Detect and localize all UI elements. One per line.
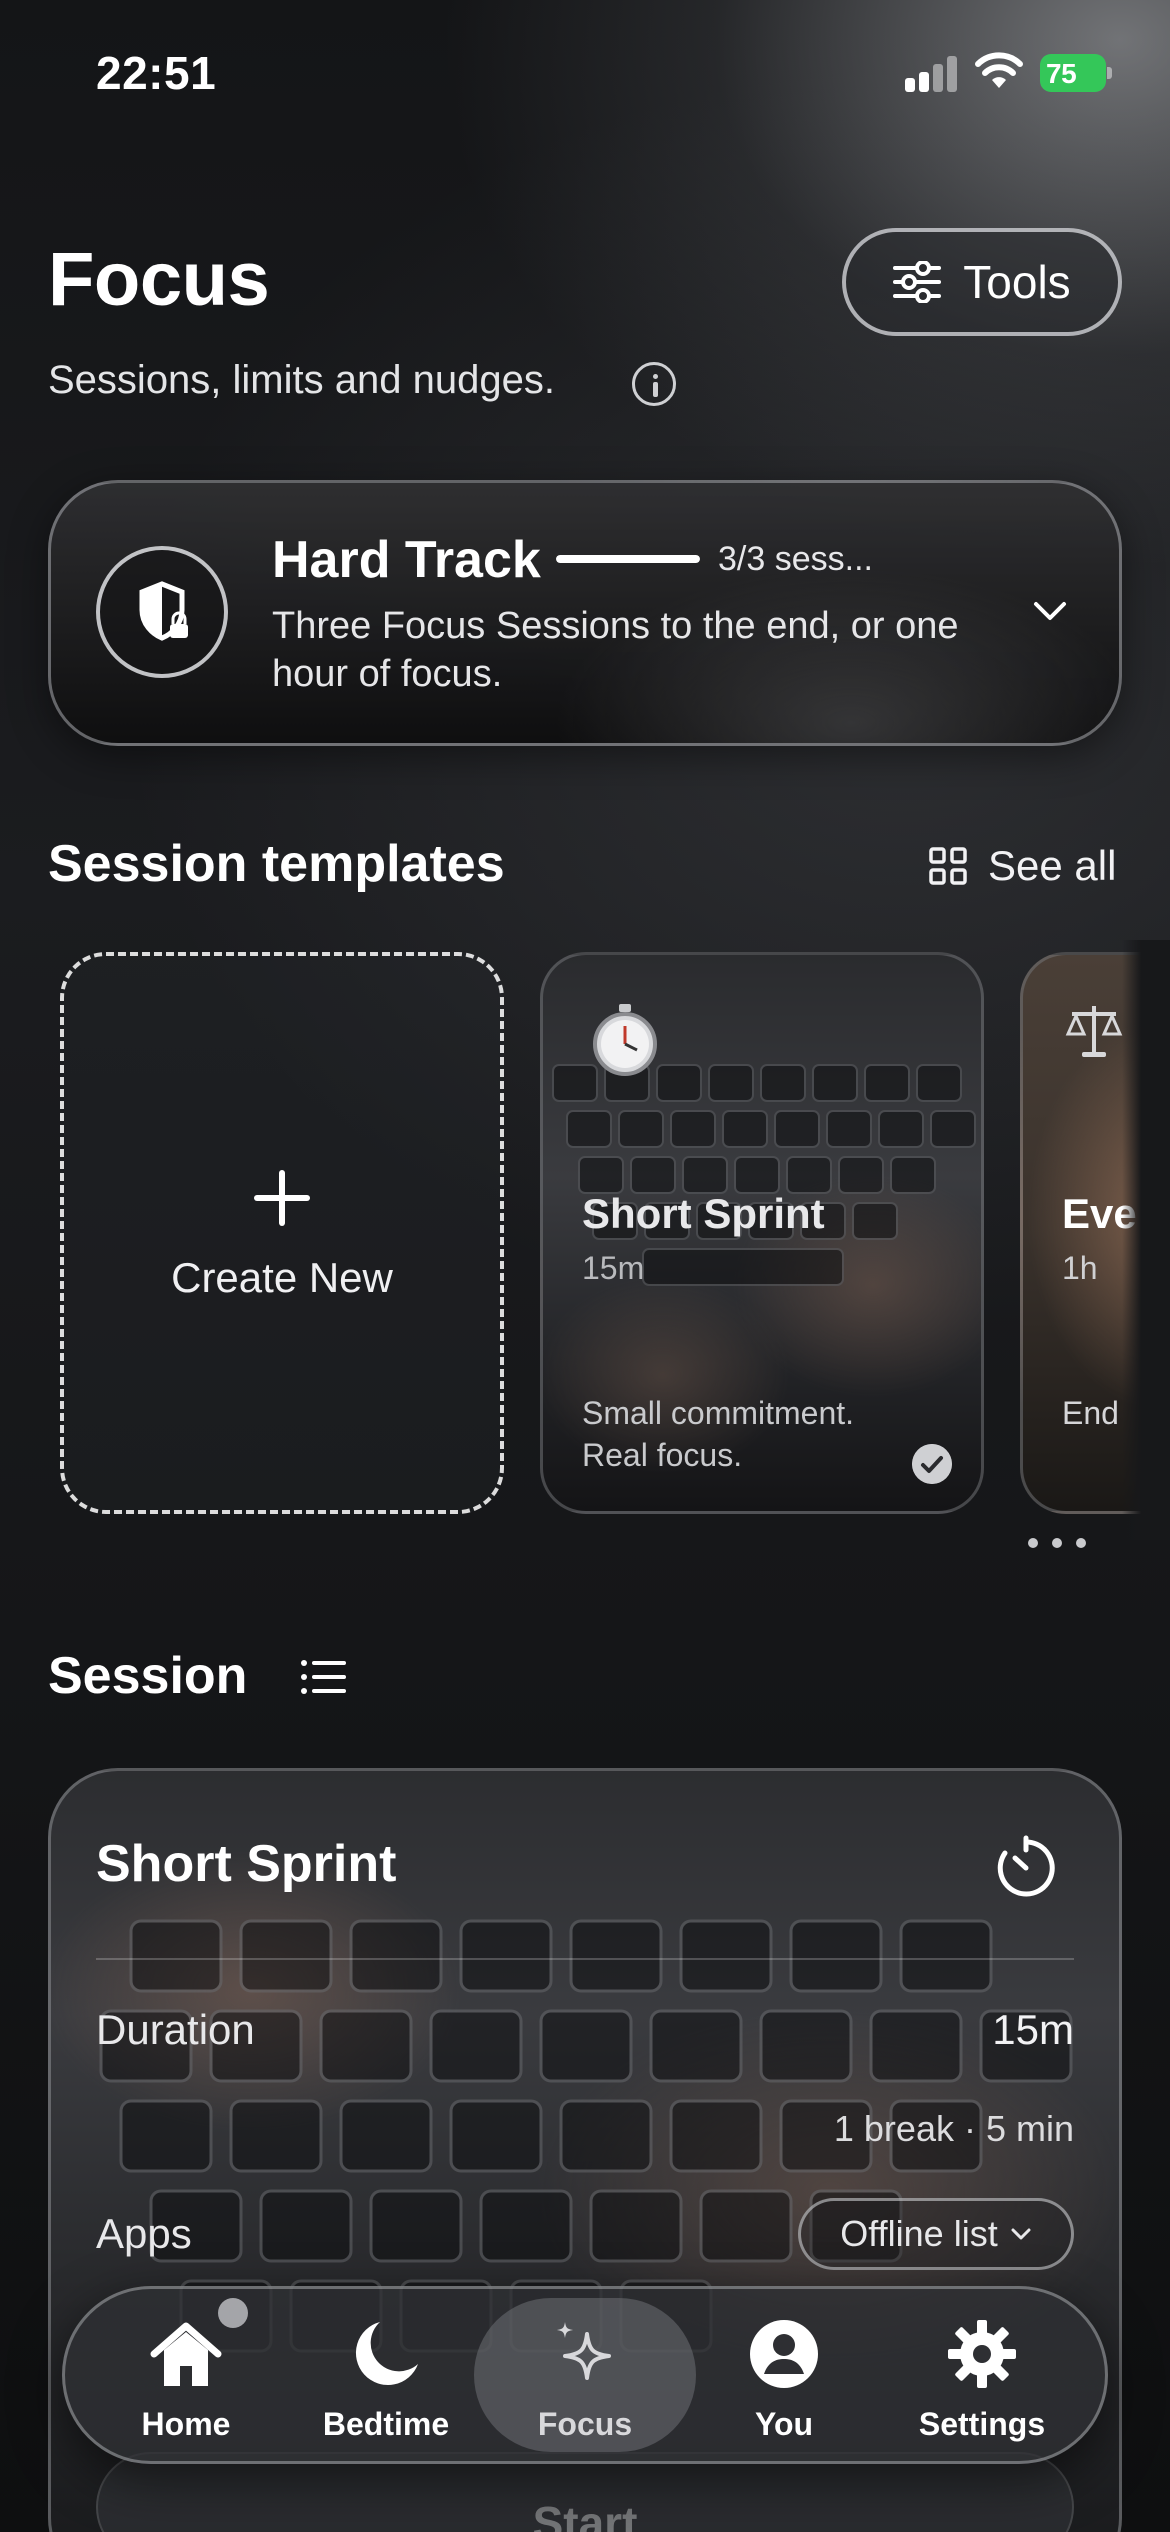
break-value[interactable]: 1 break · 5 min: [834, 2108, 1074, 2150]
tab-label: Bedtime: [322, 2406, 450, 2442]
carousel-more-indicator[interactable]: [1028, 1538, 1086, 1548]
page-title: Focus: [48, 237, 270, 322]
divider: [96, 1958, 1074, 1960]
hard-track-count: 3/3 sess...: [718, 540, 873, 578]
chevron-down-icon: [1011, 2228, 1031, 2240]
session-heading: Session: [48, 1647, 248, 1705]
grid-icon: [929, 847, 967, 885]
moon-icon: [355, 2322, 418, 2385]
carousel-fade: [1122, 940, 1170, 1540]
list-icon[interactable]: [300, 1658, 346, 1696]
template-name: Short Sprint: [582, 1190, 825, 1237]
cellular-signal-icon: [905, 56, 959, 92]
shield-lock-icon: [96, 546, 228, 678]
session-name: Short Sprint: [96, 1835, 397, 1893]
templates-heading: Session templates: [48, 835, 505, 893]
info-icon[interactable]: [632, 362, 676, 406]
person-icon: [750, 2320, 818, 2388]
scale-icon: [1065, 1006, 1123, 1057]
duration-label: Duration: [96, 2006, 255, 2053]
tab-focus[interactable]: Focus: [495, 2306, 675, 2456]
chevron-down-icon[interactable]: [1030, 596, 1070, 626]
create-new-template-card[interactable]: [60, 952, 504, 1514]
create-new-label: Create New: [171, 1254, 393, 1301]
tools-button[interactable]: Tools: [842, 228, 1122, 336]
tab-label: Focus: [537, 2406, 633, 2442]
hard-track-description: Three Focus Sessions to the end, or one …: [272, 605, 959, 695]
gear-icon: [948, 2320, 1016, 2388]
see-all-label: See all: [988, 842, 1117, 889]
page-subtitle: Sessions, limits and nudges.: [48, 358, 555, 402]
tab-label: Settings: [918, 2406, 1046, 2442]
tab-bedtime[interactable]: Bedtime: [296, 2306, 476, 2456]
tools-label: Tools: [963, 256, 1071, 308]
hard-track-progress-fill: [556, 555, 700, 563]
sliders-icon: [893, 261, 942, 303]
duration-value[interactable]: 15m: [992, 2006, 1074, 2054]
tab-label: You: [754, 2406, 814, 2442]
apps-label: Apps: [96, 2210, 192, 2257]
start-label: Start: [532, 2497, 638, 2532]
battery-icon: 75: [1040, 54, 1112, 92]
home-icon: [150, 2322, 222, 2386]
tab-label: Home: [141, 2406, 231, 2442]
hard-track-progress-bar: [556, 555, 700, 563]
see-all-button[interactable]: See all: [928, 838, 1116, 894]
tab-you[interactable]: You: [694, 2306, 874, 2456]
template-duration: 15m: [582, 1250, 645, 1286]
checkmark-icon: [912, 1444, 952, 1484]
wifi-icon: [975, 52, 1023, 88]
template-duration: 1h: [1062, 1250, 1098, 1286]
battery-level: 75: [1046, 58, 1077, 89]
apps-select[interactable]: Offline list: [798, 2198, 1074, 2270]
tab-home[interactable]: Home: [96, 2306, 276, 2456]
hard-track-title: Hard Track: [272, 531, 541, 589]
notification-dot: [218, 2298, 248, 2328]
tab-settings[interactable]: Settings: [892, 2306, 1072, 2456]
sparkles-icon: [557, 2322, 611, 2380]
timer-icon[interactable]: [994, 1834, 1058, 1900]
template-description: End sess: [1062, 1395, 1122, 1431]
template-description: Small commitment. Real focus.: [582, 1395, 855, 1473]
start-button[interactable]: Start: [96, 2452, 1074, 2532]
plus-icon: [254, 1170, 310, 1226]
stopwatch-icon: [593, 1004, 657, 1076]
status-time: 22:51: [96, 47, 217, 99]
apps-select-value: Offline list: [840, 2213, 998, 2254]
